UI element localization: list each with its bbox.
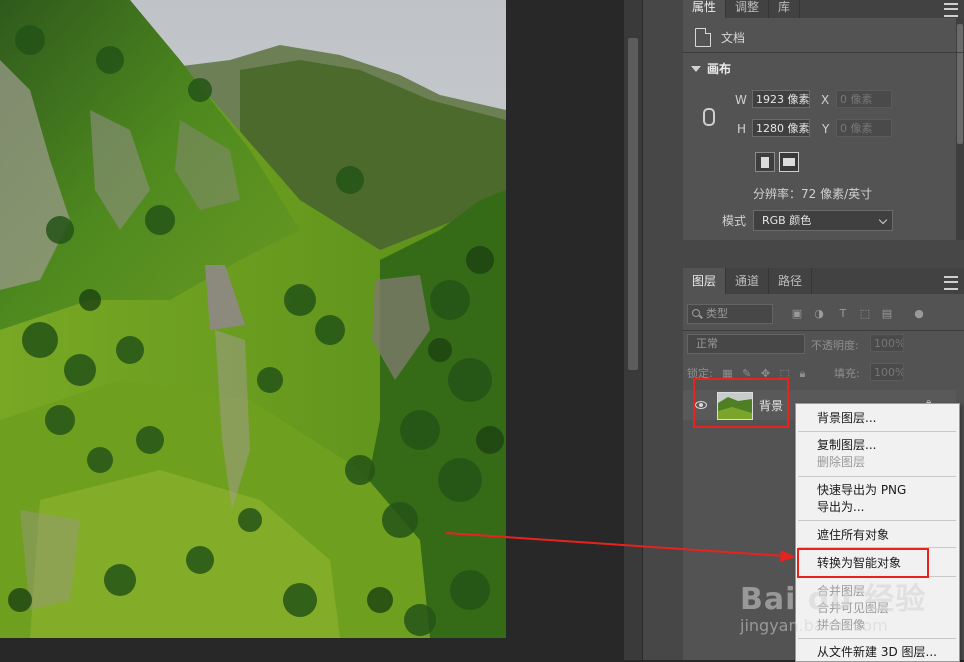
layer-filter-row: 类型 ▣ ◑ T ⬚ ▤ ●	[687, 304, 957, 326]
menu-item-export-as[interactable]: 导出为...	[817, 499, 864, 515]
divider	[683, 52, 964, 53]
menu-separator	[798, 520, 956, 521]
mode-select[interactable]: RGB 颜色	[753, 210, 893, 231]
panel-menu-icon[interactable]	[944, 3, 958, 17]
menu-item-background-layer[interactable]: 背景图层...	[817, 410, 876, 426]
tab-properties[interactable]: 属性	[683, 0, 727, 18]
menu-item-mask-all-objects[interactable]: 遮住所有对象	[817, 527, 889, 543]
link-proportions-icon[interactable]	[703, 108, 715, 126]
menu-separator	[798, 476, 956, 477]
width-field[interactable]: 1923 像素	[752, 90, 810, 108]
panel-separator[interactable]	[683, 240, 964, 268]
mode-label: 模式	[722, 214, 747, 228]
height-label: H	[737, 122, 747, 136]
panel-menu-icon[interactable]	[944, 276, 958, 290]
lock-all-icon[interactable]: 🔒︎	[799, 367, 805, 380]
y-label: Y	[822, 122, 830, 136]
canvas-section-header[interactable]: 画布	[691, 60, 731, 77]
filter-toggle-icon[interactable]: ●	[913, 308, 925, 320]
menu-item-delete-layer: 删除图层	[817, 455, 866, 469]
properties-panel: 属性 调整 库 文档 画布 W 1923 像素 X 0 像素 H 1280 像素…	[683, 0, 964, 240]
tab-layers[interactable]: 图层	[683, 268, 727, 294]
menu-item-merge-visible: 合并可见图层	[817, 601, 890, 615]
mountain-photo	[0, 0, 506, 638]
layer-context-menu: 背景图层... 复制图层... 删除图层 快速导出为 PNG 导出为... 遮住…	[795, 403, 960, 662]
canvas-scrollbar-thumb[interactable]	[628, 38, 638, 370]
landscape-orientation-button[interactable]	[779, 152, 799, 172]
menu-item-flatten-image: 拼合图像	[817, 618, 866, 632]
opacity-field[interactable]: 100%	[870, 334, 904, 352]
mode-value: RGB 颜色	[762, 214, 812, 227]
shape-filter-icon[interactable]: ⬚	[859, 308, 871, 320]
panel-dock-gutter	[642, 0, 683, 660]
document-type-row: 文档	[695, 26, 745, 48]
tab-adjustments[interactable]: 调整	[726, 0, 770, 18]
type-filter-icon[interactable]: T	[837, 308, 849, 320]
fill-field[interactable]: 100%	[870, 363, 904, 381]
menu-highlight-box	[797, 548, 929, 578]
document-icon	[695, 27, 711, 47]
layer-kind-filter[interactable]: 类型	[687, 304, 773, 324]
menu-item-new-3d-layer-from-file[interactable]: 从文件新建 3D 图层...	[817, 644, 937, 660]
y-field[interactable]: 0 像素	[836, 119, 892, 137]
fill-label: 填充:	[834, 367, 860, 380]
width-label: W	[735, 93, 747, 107]
document-label: 文档	[721, 30, 746, 45]
height-field[interactable]: 1280 像素	[752, 119, 810, 137]
blend-mode-select[interactable]: 正常	[687, 334, 805, 354]
layers-tabs: 图层 通道 路径	[683, 268, 964, 294]
chevron-down-icon	[691, 65, 701, 72]
menu-item-merge-layers: 合并图层	[817, 584, 866, 598]
tab-channels[interactable]: 通道	[726, 268, 770, 294]
resolution-text: 分辨率：72 像素/英寸	[753, 187, 873, 201]
smart-object-filter-icon[interactable]: ▤	[881, 308, 893, 320]
mountain-photo-art	[0, 0, 506, 638]
tab-paths[interactable]: 路径	[769, 268, 813, 294]
portrait-orientation-button[interactable]	[755, 152, 775, 172]
document-canvas[interactable]	[0, 0, 624, 660]
menu-item-duplicate-layer[interactable]: 复制图层...	[817, 437, 876, 453]
x-field[interactable]: 0 像素	[836, 90, 892, 108]
tab-libraries[interactable]: 库	[769, 0, 801, 18]
adjustment-filter-icon[interactable]: ◑	[813, 308, 825, 320]
chevron-down-icon	[878, 215, 888, 225]
menu-separator	[798, 431, 956, 432]
canvas-section-title: 画布	[707, 62, 732, 76]
x-label: X	[821, 93, 830, 107]
properties-tabs: 属性 调整 库	[683, 0, 964, 18]
menu-separator	[798, 638, 956, 639]
layer-highlight-box	[693, 378, 789, 428]
menu-item-quick-export-png[interactable]: 快速导出为 PNG	[817, 482, 906, 498]
opacity-label: 不透明度:	[811, 339, 859, 352]
divider	[683, 330, 964, 331]
image-filter-icon[interactable]: ▣	[791, 308, 803, 320]
